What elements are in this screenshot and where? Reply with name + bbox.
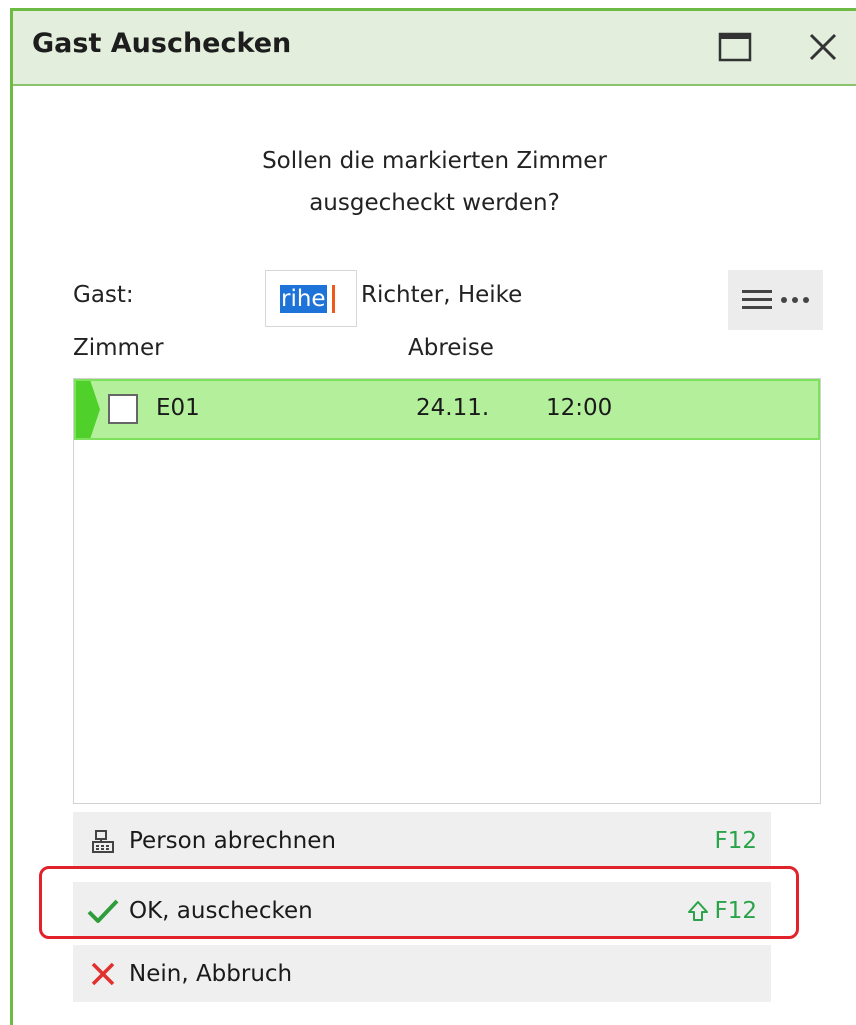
- text-caret: [332, 285, 335, 313]
- checkmark-icon: [85, 898, 121, 924]
- bill-shortcut: F12: [715, 828, 758, 854]
- ok-checkout-label: OK, auschecken: [129, 897, 313, 924]
- guest-name: Richter, Heike: [361, 282, 523, 308]
- departure-time: 12:00: [546, 395, 613, 421]
- bill-person-button[interactable]: Person abrechnen F12: [73, 812, 771, 869]
- rooms-list: E01 24.11. 12:00: [73, 378, 821, 804]
- maximize-button[interactable]: [713, 25, 757, 69]
- close-button[interactable]: [801, 25, 845, 69]
- guest-label: Gast:: [73, 282, 134, 308]
- window-title: Gast Auschecken: [32, 28, 292, 59]
- options-menu-button[interactable]: [728, 270, 823, 330]
- confirmation-message: Sollen die markierten Zimmer ausgecheckt…: [13, 140, 856, 224]
- checkout-dialog: Gast Auschecken Sollen die markierten Zi…: [10, 8, 856, 1025]
- red-x-icon: [85, 961, 121, 987]
- column-header-departure: Abreise: [408, 335, 494, 361]
- room-checkbox[interactable]: [108, 394, 138, 424]
- room-number: E01: [156, 395, 200, 421]
- shift-icon: [687, 900, 708, 921]
- guest-code-input[interactable]: rihe: [265, 270, 357, 327]
- bill-shortcut-key: F12: [714, 827, 758, 854]
- cancel-button[interactable]: Nein, Abbruch: [73, 945, 771, 1002]
- row-selection-marker: [76, 381, 100, 438]
- maximize-icon: [718, 32, 752, 62]
- bill-person-label: Person abrechnen: [129, 827, 336, 854]
- ok-checkout-button[interactable]: OK, auschecken F12: [73, 882, 771, 939]
- column-header-room: Zimmer: [73, 335, 164, 361]
- more-dots-icon: [780, 297, 809, 303]
- ok-shortcut: F12: [687, 897, 758, 924]
- cancel-label: Nein, Abbruch: [129, 960, 293, 987]
- prompt-line-2: ausgecheckt werden?: [309, 190, 560, 216]
- close-icon: [809, 33, 837, 61]
- prompt-line-1: Sollen die markierten Zimmer: [262, 148, 607, 174]
- departure-date: 24.11.: [416, 395, 490, 421]
- hamburger-icon: [741, 290, 772, 309]
- title-bar: Gast Auschecken: [13, 11, 856, 86]
- ok-shortcut-key: F12: [714, 897, 758, 924]
- guest-code-value: rihe: [280, 285, 327, 313]
- room-row[interactable]: E01 24.11. 12:00: [74, 379, 820, 440]
- cash-register-icon: [85, 828, 121, 854]
